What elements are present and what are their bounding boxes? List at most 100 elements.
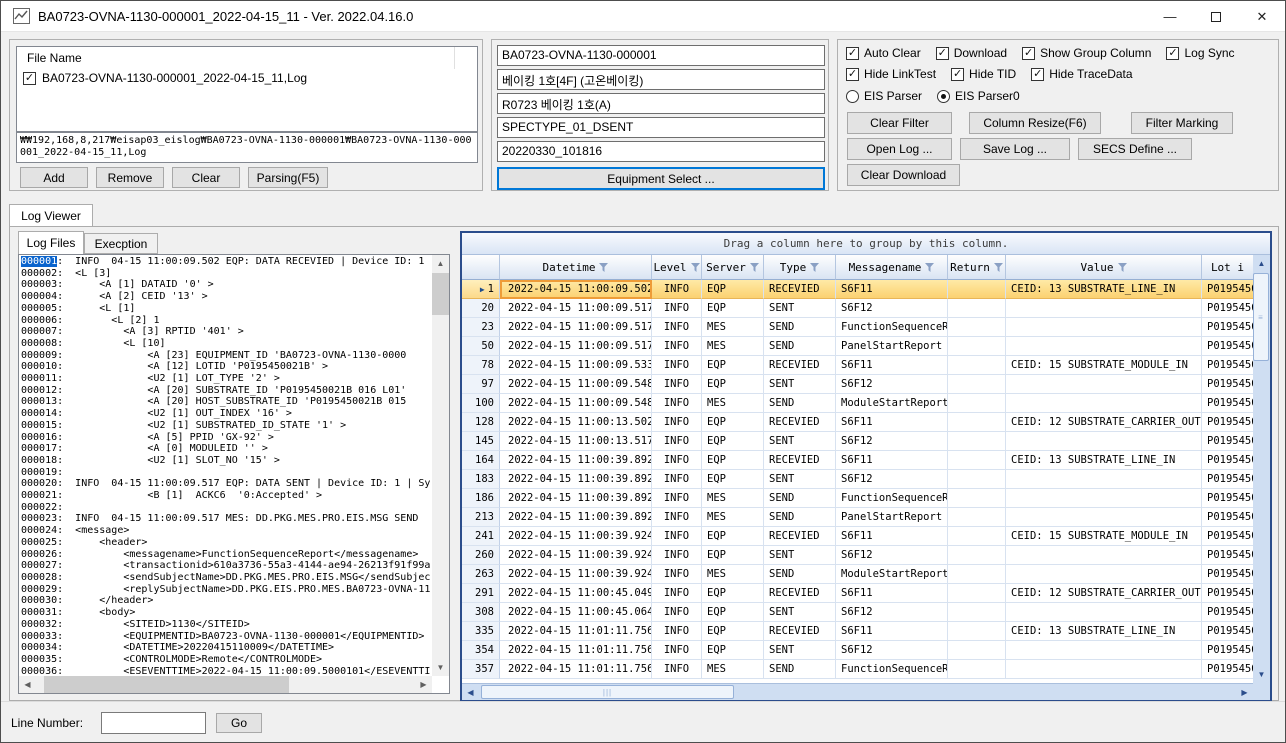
grid-cell[interactable]: P0195450: [1202, 337, 1253, 356]
grid-cell[interactable]: CEID: 15 SUBSTRATE_MODULE_IN: [1006, 527, 1202, 546]
grid-cell[interactable]: RECEVIED: [764, 356, 836, 375]
grid-cell[interactable]: [1006, 318, 1202, 337]
grid-cell[interactable]: SEND: [764, 337, 836, 356]
grid-header-server[interactable]: Server: [702, 255, 764, 280]
scrollbar-thumb[interactable]: [432, 273, 449, 315]
grid-cell[interactable]: EQP: [702, 280, 764, 299]
grid-cell[interactable]: 20: [462, 299, 500, 318]
log-line[interactable]: 000013: <A [20] HOST_SUBSTRATE_ID 'P0195…: [21, 396, 432, 408]
grid-cell[interactable]: P0195450: [1202, 508, 1253, 527]
grid-cell[interactable]: P0195450: [1202, 470, 1253, 489]
grid-cell[interactable]: MES: [702, 394, 764, 413]
scrollbar-thumb[interactable]: [44, 676, 289, 693]
filter-funnel-icon[interactable]: [691, 263, 700, 272]
grid-cell[interactable]: 2022-04-15 11:00:39.892: [500, 451, 652, 470]
tab-exception[interactable]: Execption: [84, 233, 158, 254]
grid-cell[interactable]: CEID: 12 SUBSTRATE_CARRIER_OUT: [1006, 584, 1202, 603]
grid-cell[interactable]: PanelStartReport: [836, 337, 948, 356]
checkbox-log-sync[interactable]: ✓Log Sync: [1166, 46, 1234, 60]
filter-marking-button[interactable]: Filter Marking: [1131, 112, 1233, 134]
grid-cell[interactable]: [948, 337, 1006, 356]
filter-funnel-icon[interactable]: [925, 263, 934, 272]
grid-group-bar[interactable]: Drag a column here to group by this colu…: [462, 233, 1270, 255]
grid-cell[interactable]: CEID: 15 SUBSTRATE_MODULE_IN: [1006, 356, 1202, 375]
radio-eis-parser[interactable]: EIS Parser: [846, 89, 922, 103]
column-resize-button[interactable]: Column Resize(F6): [969, 112, 1101, 134]
grid-cell[interactable]: [948, 356, 1006, 375]
grid-cell[interactable]: INFO: [652, 318, 702, 337]
open-log-button[interactable]: Open Log ...: [847, 138, 952, 160]
maximize-button[interactable]: [1193, 1, 1239, 32]
grid-cell[interactable]: INFO: [652, 527, 702, 546]
file-list-header[interactable]: File Name: [17, 47, 477, 69]
grid-row[interactable]: 502022-04-15 11:00:09.517INFOMESSENDPane…: [462, 337, 1253, 356]
grid-row[interactable]: 1642022-04-15 11:00:39.892INFOEQPRECEVIE…: [462, 451, 1253, 470]
grid-cell[interactable]: 2022-04-15 11:01:11.756: [500, 641, 652, 660]
file-list[interactable]: File Name ✓ BA0723-OVNA-1130-000001_2022…: [16, 46, 478, 132]
grid-cell[interactable]: SEND: [764, 565, 836, 584]
grid-cell[interactable]: MES: [702, 489, 764, 508]
grid-cell[interactable]: MES: [702, 660, 764, 679]
grid-cell[interactable]: RECEVIED: [764, 622, 836, 641]
grid-cell[interactable]: [948, 489, 1006, 508]
grid-cell[interactable]: SENT: [764, 432, 836, 451]
grid-cell[interactable]: 2022-04-15 11:00:39.892: [500, 489, 652, 508]
grid-cell[interactable]: 2022-04-15 11:00:45.049: [500, 584, 652, 603]
grid-cell[interactable]: INFO: [652, 641, 702, 660]
grid-header-type[interactable]: Type: [764, 255, 836, 280]
log-line[interactable]: 000011: <U2 [1] LOT_TYPE '2' >: [21, 373, 432, 385]
grid-header-level[interactable]: Level: [652, 255, 702, 280]
grid-cell[interactable]: FunctionSequenceReport: [836, 489, 948, 508]
grid-row[interactable]: 3572022-04-15 11:01:11.756INFOMESSENDFun…: [462, 660, 1253, 679]
grid-cell[interactable]: SEND: [764, 394, 836, 413]
grid-cell[interactable]: EQP: [702, 413, 764, 432]
grid-cell[interactable]: INFO: [652, 603, 702, 622]
grid-cell[interactable]: 2022-04-15 11:00:09.517: [500, 337, 652, 356]
grid-cell[interactable]: 164: [462, 451, 500, 470]
grid-cell[interactable]: INFO: [652, 280, 702, 299]
grid-cell[interactable]: RECEVIED: [764, 451, 836, 470]
grid-cell[interactable]: 145: [462, 432, 500, 451]
grid-cell[interactable]: EQP: [702, 432, 764, 451]
grid-cell[interactable]: INFO: [652, 546, 702, 565]
grid-header-messagename[interactable]: Messagename: [836, 255, 948, 280]
grid-cell[interactable]: 2022-04-15 11:00:39.892: [500, 470, 652, 489]
filter-funnel-icon[interactable]: [994, 263, 1003, 272]
equipment-line-field[interactable]: R0723 베이킹 1호(A): [497, 93, 825, 114]
grid-row[interactable]: ▶12022-04-15 11:00:09.502INFOEQPRECEVIED…: [462, 280, 1253, 299]
grid-cell[interactable]: INFO: [652, 660, 702, 679]
go-button[interactable]: Go: [216, 713, 262, 733]
filter-funnel-icon[interactable]: [1118, 263, 1127, 272]
grid-cell[interactable]: S6F12: [836, 470, 948, 489]
tab-log-files[interactable]: Log Files: [18, 231, 84, 254]
grid-row[interactable]: 782022-04-15 11:00:09.533INFOEQPRECEVIED…: [462, 356, 1253, 375]
grid-cell[interactable]: 2022-04-15 11:00:45.064: [500, 603, 652, 622]
grid-row[interactable]: 1282022-04-15 11:00:13.502INFOEQPRECEVIE…: [462, 413, 1253, 432]
grid-header-datetime[interactable]: Datetime: [500, 255, 652, 280]
grid-row[interactable]: 972022-04-15 11:00:09.548INFOEQPSENTS6F1…: [462, 375, 1253, 394]
grid-cell[interactable]: MES: [702, 318, 764, 337]
scroll-up-icon[interactable]: ▲: [432, 255, 449, 272]
add-button[interactable]: Add: [20, 167, 88, 188]
grid-cell[interactable]: [1006, 470, 1202, 489]
grid-cell[interactable]: ModuleStartReport: [836, 565, 948, 584]
grid-cell[interactable]: FunctionSequenceReport: [836, 660, 948, 679]
grid-cell[interactable]: S6F12: [836, 603, 948, 622]
log-line[interactable]: 000002: <L [3]: [21, 268, 432, 280]
grid-cell[interactable]: [1006, 375, 1202, 394]
scroll-down-icon[interactable]: ▼: [432, 659, 449, 676]
grid-cell[interactable]: P0195450: [1202, 660, 1253, 679]
grid-cell[interactable]: 2022-04-15 11:00:09.548: [500, 375, 652, 394]
log-line[interactable]: 000014: <U2 [1] OUT_INDEX '16' >: [21, 408, 432, 420]
grid-cell[interactable]: RECEVIED: [764, 413, 836, 432]
grid-cell[interactable]: SEND: [764, 318, 836, 337]
grid-cell[interactable]: INFO: [652, 299, 702, 318]
grid-cell[interactable]: EQP: [702, 622, 764, 641]
line-number-input[interactable]: [101, 712, 206, 734]
grid-vertical-scrollbar[interactable]: ▲ ≡ ▼: [1253, 255, 1270, 683]
grid-cell[interactable]: INFO: [652, 622, 702, 641]
grid-cell[interactable]: [948, 451, 1006, 470]
grid-cell[interactable]: [948, 527, 1006, 546]
log-line[interactable]: 000031: <body>: [21, 607, 432, 619]
grid-cell[interactable]: P0195450: [1202, 318, 1253, 337]
